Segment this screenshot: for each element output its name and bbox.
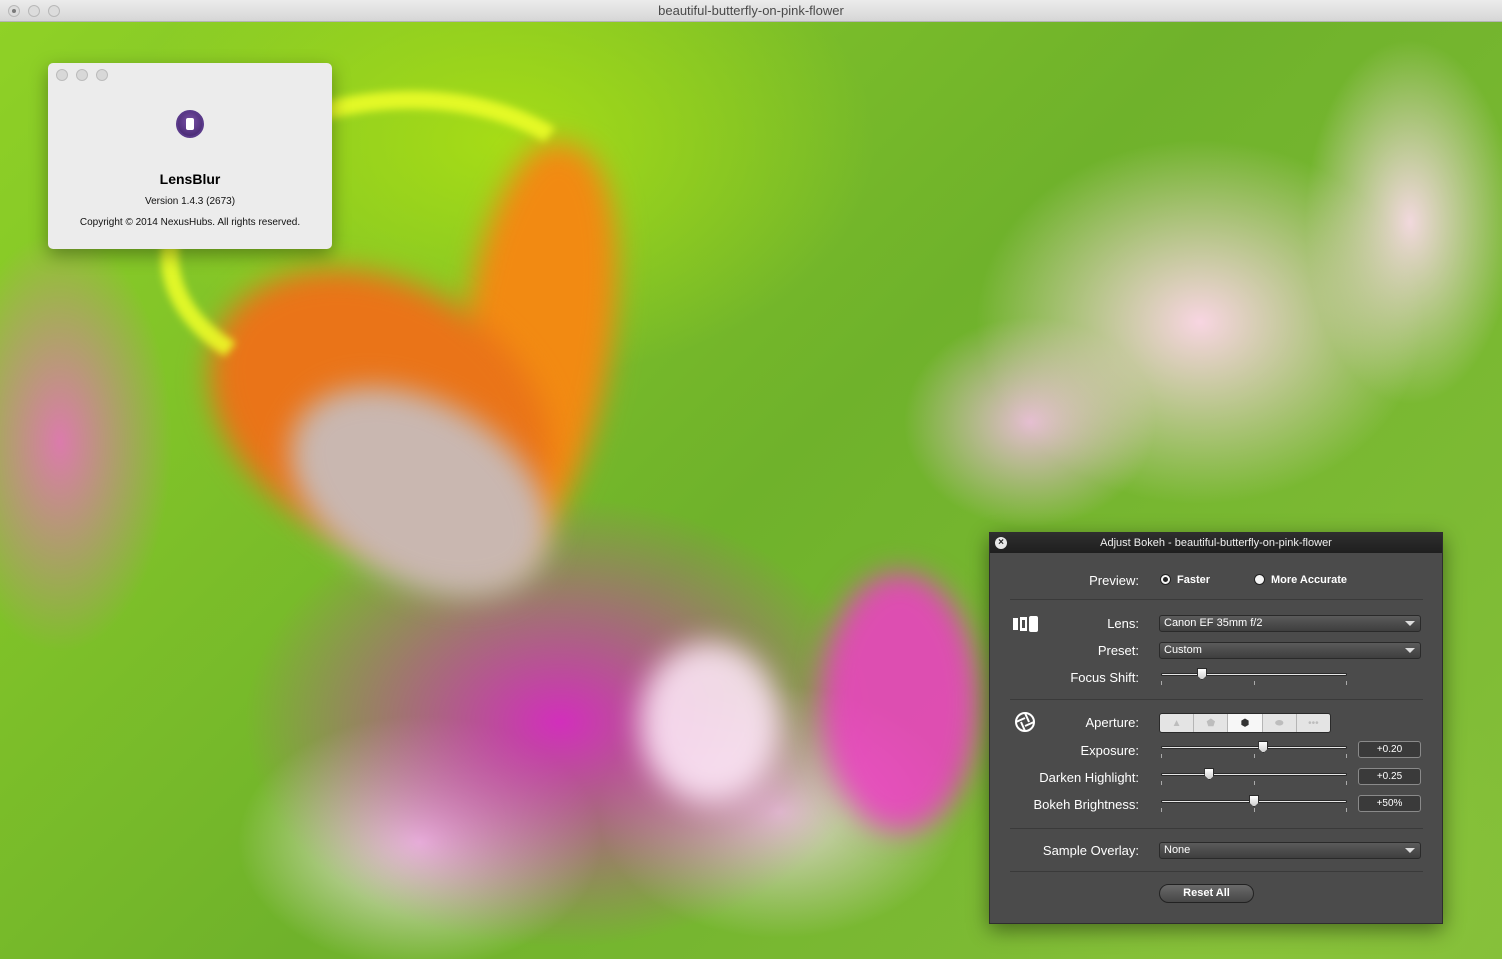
bokeh-brightness-slider[interactable] — [1161, 795, 1347, 812]
about-version: Version 1.4.3 (2673) — [144, 196, 236, 207]
window-titlebar: beautiful-butterfly-on-pink-flower — [0, 0, 1502, 22]
reset-all-button[interactable]: Reset All — [1159, 884, 1254, 903]
bokeh-brightness-label: Bokeh Brightness: — [1033, 797, 1139, 812]
aperture-hexagon-icon[interactable]: ⬢ — [1228, 714, 1263, 732]
slider-ticks — [1161, 681, 1347, 685]
darken-highlight-value-field[interactable]: +0.25 — [1358, 768, 1421, 785]
flower-white-petal — [640, 642, 780, 802]
exposure-slider[interactable] — [1161, 741, 1347, 758]
focus-shift-label: Focus Shift: — [1070, 670, 1139, 685]
lens-select-value: Canon EF 35mm f/2 — [1164, 617, 1263, 629]
preset-select[interactable]: Custom — [1159, 642, 1421, 659]
aperture-dots-icon[interactable]: ••• — [1297, 714, 1330, 732]
slider-tick — [1254, 681, 1255, 685]
about-copyright: Copyright © 2014 NexusHubs. All rights r… — [79, 217, 301, 228]
exposure-value-field[interactable]: +0.20 — [1358, 741, 1421, 758]
slider-tick — [1161, 754, 1162, 758]
chevron-down-icon — [1405, 648, 1415, 653]
slider-tick — [1161, 681, 1162, 685]
window-zoom-button[interactable] — [48, 5, 60, 17]
slider-tick — [1254, 808, 1255, 812]
panel-titlebar: × Adjust Bokeh - beautiful-butterfly-on-… — [990, 533, 1442, 553]
slider-tick — [1346, 681, 1347, 685]
window-title: beautiful-butterfly-on-pink-flower — [658, 3, 844, 18]
window-close-button[interactable] — [8, 5, 20, 17]
about-window: LensBlur Version 1.4.3 (2673) Copyright … — [48, 63, 332, 249]
sample-overlay-select[interactable]: None — [1159, 842, 1421, 859]
about-close-button[interactable] — [56, 69, 68, 81]
separator — [1010, 871, 1423, 872]
slider-tick — [1161, 781, 1162, 785]
darken-highlight-slider[interactable] — [1161, 768, 1347, 785]
panel-title: Adjust Bokeh - beautiful-butterfly-on-pi… — [1100, 537, 1332, 549]
sample-overlay-label: Sample Overlay: — [1042, 843, 1139, 858]
preview-label: Preview: — [1089, 573, 1139, 588]
darken-highlight-label: Darken Highlight: — [1039, 770, 1139, 785]
slider-ticks — [1161, 781, 1347, 785]
focus-shift-slider[interactable] — [1161, 668, 1347, 685]
separator — [1010, 699, 1423, 700]
about-zoom-button[interactable] — [96, 69, 108, 81]
about-window-controls — [56, 69, 108, 81]
slider-ticks — [1161, 808, 1347, 812]
preview-accurate-label: More Accurate — [1271, 574, 1348, 586]
separator — [1010, 828, 1423, 829]
aperture-shape-control: ▲ ⬟ ⬢ ⬬ ••• — [1159, 713, 1331, 733]
slider-ticks — [1161, 754, 1347, 758]
flower-highlight — [820, 572, 980, 832]
aperture-triangle-icon[interactable]: ▲ — [1160, 714, 1195, 732]
separator — [1010, 599, 1423, 600]
exposure-slider-thumb[interactable] — [1258, 741, 1269, 753]
lens-label: Lens: — [1107, 616, 1139, 631]
panel-close-icon[interactable]: × — [995, 537, 1007, 549]
exposure-label: Exposure: — [1080, 743, 1139, 758]
slider-tick — [1346, 781, 1347, 785]
lensblur-app-icon — [176, 110, 204, 138]
adjust-bokeh-panel: × Adjust Bokeh - beautiful-butterfly-on-… — [989, 532, 1443, 924]
aperture-ellipse-icon[interactable]: ⬬ — [1263, 714, 1297, 732]
slider-tick — [1254, 781, 1255, 785]
aperture-label: Aperture: — [1085, 715, 1139, 730]
darken-highlight-slider-thumb[interactable] — [1204, 768, 1215, 780]
bokeh-brightness-slider-thumb[interactable] — [1249, 795, 1259, 807]
aperture-pentagon-icon[interactable]: ⬟ — [1194, 714, 1229, 732]
slider-tick — [1254, 754, 1255, 758]
chevron-down-icon — [1405, 621, 1415, 626]
chevron-down-icon — [1405, 848, 1415, 853]
slider-tick — [1161, 808, 1162, 812]
window-minimize-button[interactable] — [28, 5, 40, 17]
lens-icon — [1013, 616, 1038, 632]
lens-select[interactable]: Canon EF 35mm f/2 — [1159, 615, 1421, 632]
focus-shift-slider-thumb[interactable] — [1196, 668, 1207, 680]
slider-tick — [1346, 808, 1347, 812]
aperture-icon — [1015, 712, 1035, 732]
preset-select-value: Custom — [1164, 644, 1202, 656]
preview-accurate-radio[interactable] — [1254, 574, 1265, 585]
slider-tick — [1346, 754, 1347, 758]
bokeh-brightness-value-field[interactable]: +50% — [1358, 795, 1421, 812]
about-app-name: LensBlur — [159, 171, 221, 187]
about-minimize-button[interactable] — [76, 69, 88, 81]
preview-faster-label: Faster — [1177, 574, 1211, 586]
sample-overlay-select-value: None — [1164, 844, 1191, 856]
preset-label: Preset: — [1097, 643, 1139, 658]
preview-faster-radio[interactable] — [1160, 574, 1171, 585]
